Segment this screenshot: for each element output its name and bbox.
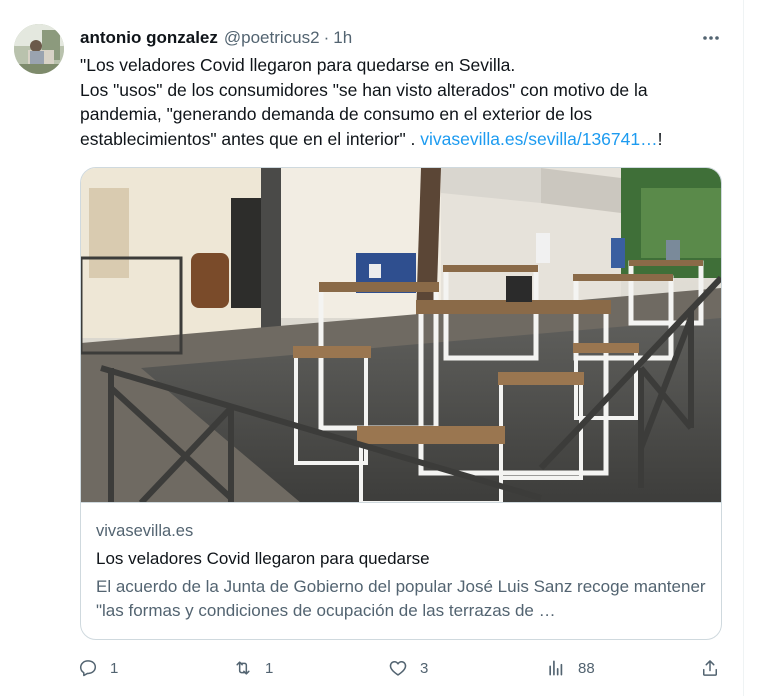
share-icon: [703, 660, 717, 676]
card-description: El acuerdo de la Junta de Gobierno del p…: [96, 577, 706, 620]
card-title: Los veladores Covid llegaron para quedar…: [96, 549, 430, 568]
share-button[interactable]: [700, 652, 720, 684]
more-icon: [703, 36, 719, 40]
tweet-text: "Los veladores Covid llegaron para queda…: [80, 53, 730, 151]
views-count: 88: [578, 659, 595, 677]
retweet-icon: [236, 661, 250, 675]
tweet-time[interactable]: 1h: [333, 28, 352, 48]
tweet-header: antonio gonzalez @poetricus2 · 1h: [80, 27, 352, 49]
author-handle[interactable]: @poetricus2: [224, 28, 320, 48]
views-button[interactable]: 88: [546, 652, 595, 684]
tweet-text-paragraph: Los "usos" de los consumidores "se han v…: [80, 78, 730, 152]
tweet-link[interactable]: vivasevilla.es/sevilla/136741…: [420, 129, 657, 149]
retweet-button[interactable]: 1: [233, 652, 273, 684]
link-card[interactable]: vivasevilla.es Los veladores Covid llega…: [80, 167, 722, 640]
reply-count: 1: [110, 659, 119, 677]
terrace-photo: [81, 168, 721, 502]
more-button[interactable]: [697, 24, 725, 52]
tweet-actions: 1 1 3 88: [78, 652, 728, 684]
reply-icon: [79, 660, 97, 677]
avatar[interactable]: [14, 24, 64, 74]
avatar-photo: [14, 24, 64, 74]
author-name[interactable]: antonio gonzalez: [80, 28, 218, 48]
card-image[interactable]: [81, 168, 721, 503]
like-button[interactable]: 3: [388, 652, 428, 684]
tweet-text-trailing: !: [657, 128, 663, 149]
reply-button[interactable]: 1: [78, 652, 118, 684]
like-count: 3: [420, 659, 429, 677]
retweet-count: 1: [265, 659, 274, 677]
tweet-text-line1: "Los veladores Covid llegaron para queda…: [80, 55, 516, 75]
card-domain: vivasevilla.es: [96, 522, 194, 540]
separator-dot: ·: [323, 28, 330, 47]
heart-icon: [389, 661, 407, 676]
tweet[interactable]: antonio gonzalez @poetricus2 · 1h "Los v…: [0, 0, 744, 696]
views-icon: [549, 660, 563, 676]
